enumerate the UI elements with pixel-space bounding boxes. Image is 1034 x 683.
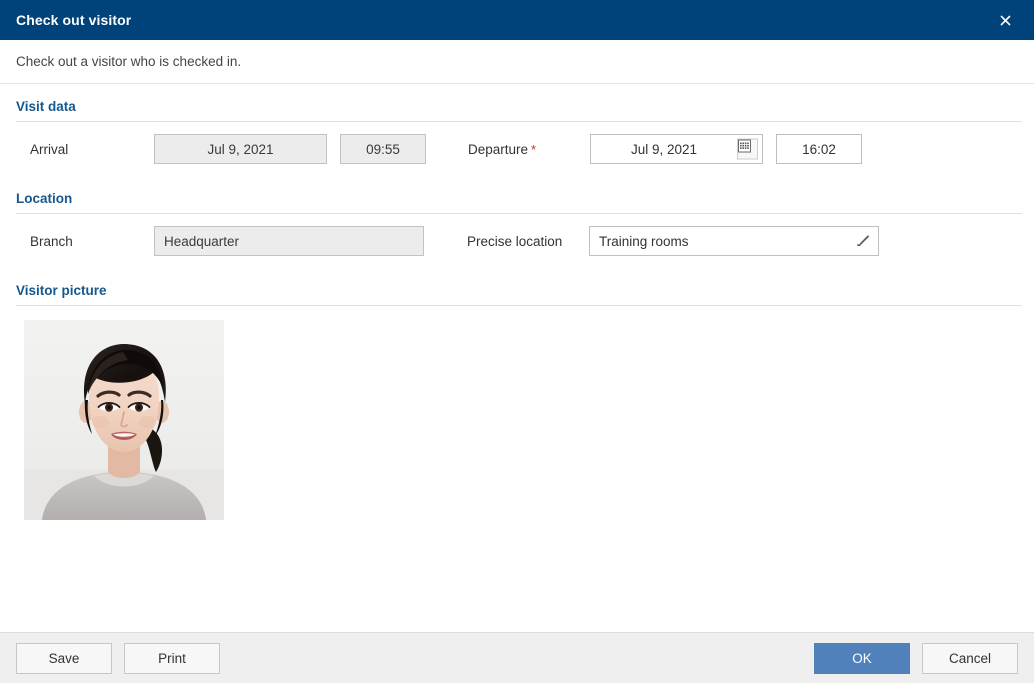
print-button[interactable]: Print xyxy=(124,642,220,674)
dialog-description: Check out a visitor who is checked in. xyxy=(16,54,242,69)
precise-location-field[interactable]: Training rooms xyxy=(589,226,879,256)
label-arrival: Arrival xyxy=(30,141,69,157)
close-icon[interactable] xyxy=(992,7,1018,33)
arrival-date-value: Jul 9, 2021 xyxy=(207,141,274,157)
calendar-icon[interactable] xyxy=(737,138,758,160)
visitor-photo xyxy=(24,320,224,520)
departure-time-value: 16:02 xyxy=(802,141,836,157)
cancel-button[interactable]: Cancel xyxy=(922,642,1018,674)
dialog-title: Check out visitor xyxy=(16,12,132,28)
departure-time-field[interactable]: 16:02 xyxy=(776,134,862,164)
departure-date-value: Jul 9, 2021 xyxy=(630,141,698,157)
label-precise-location: Precise location xyxy=(467,233,563,249)
section-title-visit-data: Visit data xyxy=(16,99,76,114)
branch-value: Headquarter xyxy=(164,233,240,249)
label-departure-text: Departure xyxy=(468,141,529,157)
footer-left-buttons: Save Print xyxy=(16,642,220,674)
required-marker-departure: * xyxy=(531,141,537,157)
save-button[interactable]: Save xyxy=(16,642,112,674)
branch-field: Headquarter xyxy=(154,226,424,256)
label-branch: Branch xyxy=(30,233,73,249)
section-title-location: Location xyxy=(16,191,73,206)
row-location: Branch Headquarter Precise location Trai… xyxy=(14,214,1020,268)
precise-location-value: Training rooms xyxy=(599,233,689,249)
arrival-time-value: 09:55 xyxy=(366,141,400,157)
arrival-date-field: Jul 9, 2021 xyxy=(154,134,327,164)
row-arrival-departure: Arrival Jul 9, 2021 09:55 Departure * Jul… xyxy=(14,122,1020,176)
dialog-footer: Save Print OK Cancel xyxy=(0,632,1034,683)
label-departure: Departure * xyxy=(454,142,590,157)
section-title-visitor-picture: Visitor picture xyxy=(16,283,107,298)
pencil-icon[interactable] xyxy=(854,232,872,250)
check-out-visitor-dialog: Check out visitor Check out a visitor wh… xyxy=(0,0,1034,683)
departure-date-field[interactable]: Jul 9, 2021 xyxy=(590,134,763,164)
visitor-picture-area xyxy=(14,306,1020,520)
footer-right-buttons: OK Cancel xyxy=(814,642,1018,674)
dialog-titlebar: Check out visitor xyxy=(0,0,1034,40)
dialog-content: Visit data Arrival Jul 9, 2021 09:55 Dep… xyxy=(0,84,1034,632)
arrival-time-field: 09:55 xyxy=(340,134,426,164)
dialog-subheader: Check out a visitor who is checked in. xyxy=(0,40,1034,84)
ok-button[interactable]: OK xyxy=(814,642,910,674)
